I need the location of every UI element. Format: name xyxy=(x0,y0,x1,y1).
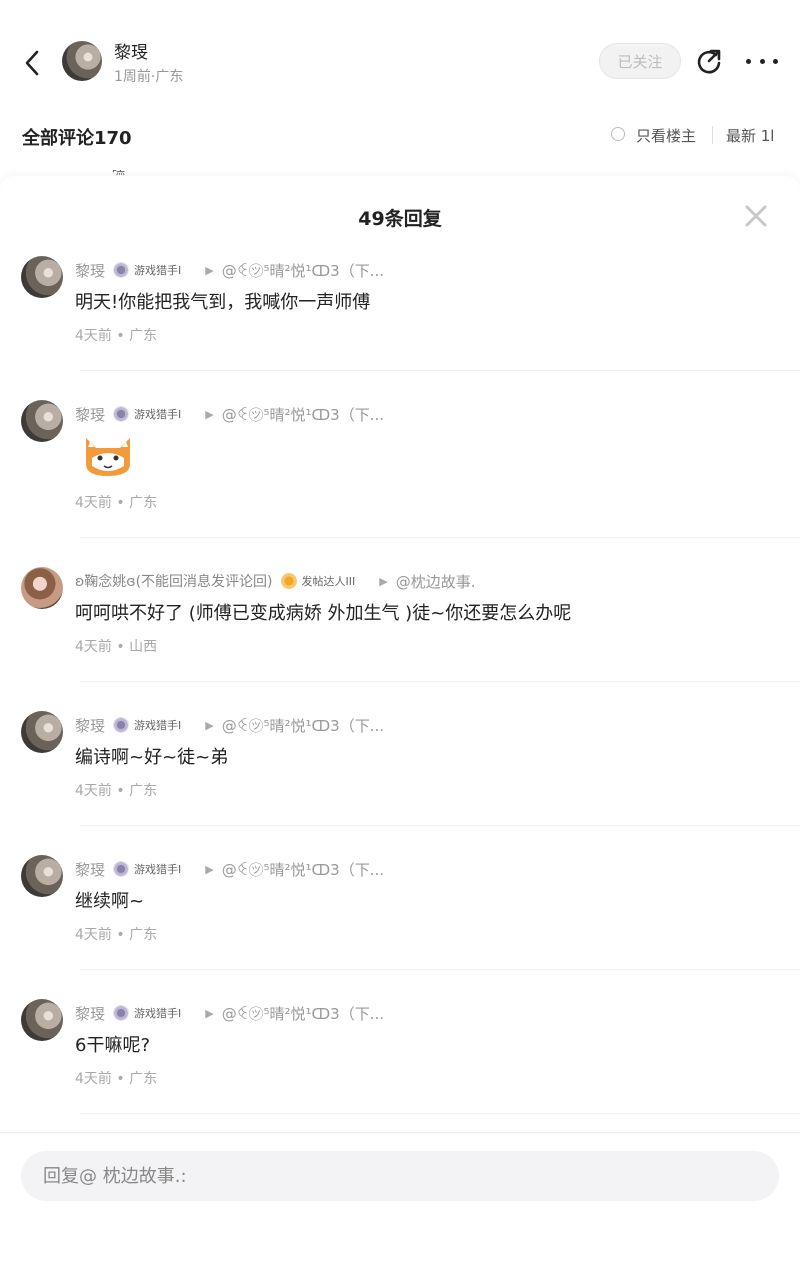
reply-meta: ʚ鞠念姚ɞ(不能回消息发评论回) 发帖达人III ▶ @枕边故事. xyxy=(75,570,476,592)
close-icon[interactable] xyxy=(744,204,768,228)
reply-time: 4天前 • 山西 xyxy=(75,639,158,655)
reply-input[interactable] xyxy=(21,1151,779,1201)
reply-composer xyxy=(0,1132,800,1281)
play-arrow-icon: ▶ xyxy=(205,407,214,421)
divider xyxy=(80,370,800,371)
badge-label: 游戏猎手I xyxy=(134,264,182,277)
share-icon[interactable] xyxy=(694,46,724,76)
comments-title: 全部评论170 xyxy=(22,128,132,149)
reply-time: 4天前 • 广东 xyxy=(75,783,158,799)
only-owner-label[interactable]: 只看楼主 xyxy=(636,125,696,146)
reply-meta: 黎琝 游戏猎手I ▶ @ꒊ㋡⁵晴²悦¹ↀ3（下... xyxy=(75,259,384,281)
comments-toolbar: 全部评论170 只看楼主 最新 1l xyxy=(0,116,800,156)
divider xyxy=(80,825,800,826)
reply-author[interactable]: 黎琝 xyxy=(75,404,105,425)
reply-target[interactable]: @ꒊ㋡⁵晴²悦¹ↀ3（下... xyxy=(222,859,384,880)
reply-target[interactable]: @ꒊ㋡⁵晴²悦¹ↀ3（下... xyxy=(222,404,384,425)
play-arrow-icon: ▶ xyxy=(205,1006,214,1020)
badge-label: 游戏猎手I xyxy=(134,1007,182,1020)
reply-meta: 黎琝 游戏猎手I ▶ @ꒊ㋡⁵晴²悦¹ↀ3（下... xyxy=(75,714,384,736)
reply-target[interactable]: @ꒊ㋡⁵晴²悦¹ↀ3（下... xyxy=(222,260,384,281)
badge-label: 发帖达人III xyxy=(301,575,356,588)
reply-time: 4天前 • 广东 xyxy=(75,328,158,344)
badge-icon xyxy=(280,573,297,589)
badge-icon xyxy=(113,1005,130,1021)
reply-author[interactable]: ʚ鞠念姚ɞ(不能回消息发评论回) xyxy=(75,571,273,591)
play-arrow-icon: ▶ xyxy=(205,718,214,732)
reply-time: 4天前 • 广东 xyxy=(75,1071,158,1087)
reply-text: 6干嘛呢? xyxy=(75,1035,151,1056)
post-meta: 1周前·广东 xyxy=(114,69,184,85)
avatar[interactable] xyxy=(21,256,63,298)
avatar[interactable] xyxy=(21,711,63,753)
reply-author[interactable]: 黎琝 xyxy=(75,859,105,880)
badge-label: 游戏猎手I xyxy=(134,408,182,421)
reply-text: 明天!你能把我气到，我喊你一声师傅 xyxy=(75,292,371,313)
badge-label: 游戏猎手I xyxy=(134,863,182,876)
divider xyxy=(712,126,713,144)
sort-toggle[interactable]: 最新 1l xyxy=(726,125,800,146)
top-bar: 黎琝 1周前·广东 已关注 xyxy=(0,0,800,120)
back-icon[interactable] xyxy=(18,46,46,80)
cat-sticker-icon xyxy=(80,434,136,478)
badge-icon xyxy=(113,262,130,278)
reply-text: 继续啊~ xyxy=(75,891,145,912)
badge-icon xyxy=(113,861,130,877)
reply-text: 呵呵哄不好了 (师傅已变成病娇 外加生气 )徒~你还要怎么办呢 xyxy=(75,603,572,624)
reply-time: 4天前 • 广东 xyxy=(75,495,158,511)
only-owner-radio[interactable] xyxy=(611,127,625,141)
reply-author[interactable]: 黎琝 xyxy=(75,715,105,736)
reply-target[interactable]: @ꒊ㋡⁵晴²悦¹ↀ3（下... xyxy=(222,715,384,736)
divider xyxy=(80,969,800,970)
author-avatar[interactable] xyxy=(62,41,102,81)
follow-button[interactable]: 已关注 xyxy=(599,43,681,79)
divider xyxy=(80,537,800,538)
reply-author[interactable]: 黎琝 xyxy=(75,1003,105,1024)
divider xyxy=(80,681,800,682)
reply-target[interactable]: @枕边故事. xyxy=(396,571,476,592)
reply-text: 编诗啊~好~徒~弟 xyxy=(75,747,229,768)
badge-icon xyxy=(113,717,130,733)
avatar[interactable] xyxy=(21,999,63,1041)
avatar[interactable] xyxy=(21,400,63,442)
play-arrow-icon: ▶ xyxy=(205,263,214,277)
more-icon[interactable] xyxy=(746,46,778,76)
avatar[interactable] xyxy=(21,855,63,897)
divider xyxy=(80,1113,800,1114)
reply-meta: 黎琝 游戏猎手I ▶ @ꒊ㋡⁵晴²悦¹ↀ3（下... xyxy=(75,858,384,880)
reply-meta: 黎琝 游戏猎手I ▶ @ꒊ㋡⁵晴²悦¹ↀ3（下... xyxy=(75,1002,384,1024)
play-arrow-icon: ▶ xyxy=(205,862,214,876)
avatar[interactable] xyxy=(21,567,63,609)
reply-author[interactable]: 黎琝 xyxy=(75,260,105,281)
sheet-title: 49条回复 xyxy=(358,208,442,230)
badge-label: 游戏猎手I xyxy=(134,719,182,732)
reply-meta: 黎琝 游戏猎手I ▶ @ꒊ㋡⁵晴²悦¹ↀ3（下... xyxy=(75,403,384,425)
badge-icon xyxy=(113,406,130,422)
reply-time: 4天前 • 广东 xyxy=(75,927,158,943)
reply-target[interactable]: @ꒊ㋡⁵晴²悦¹ↀ3（下... xyxy=(222,1003,384,1024)
play-arrow-icon: ▶ xyxy=(379,574,388,588)
author-name[interactable]: 黎琝 xyxy=(114,38,148,63)
